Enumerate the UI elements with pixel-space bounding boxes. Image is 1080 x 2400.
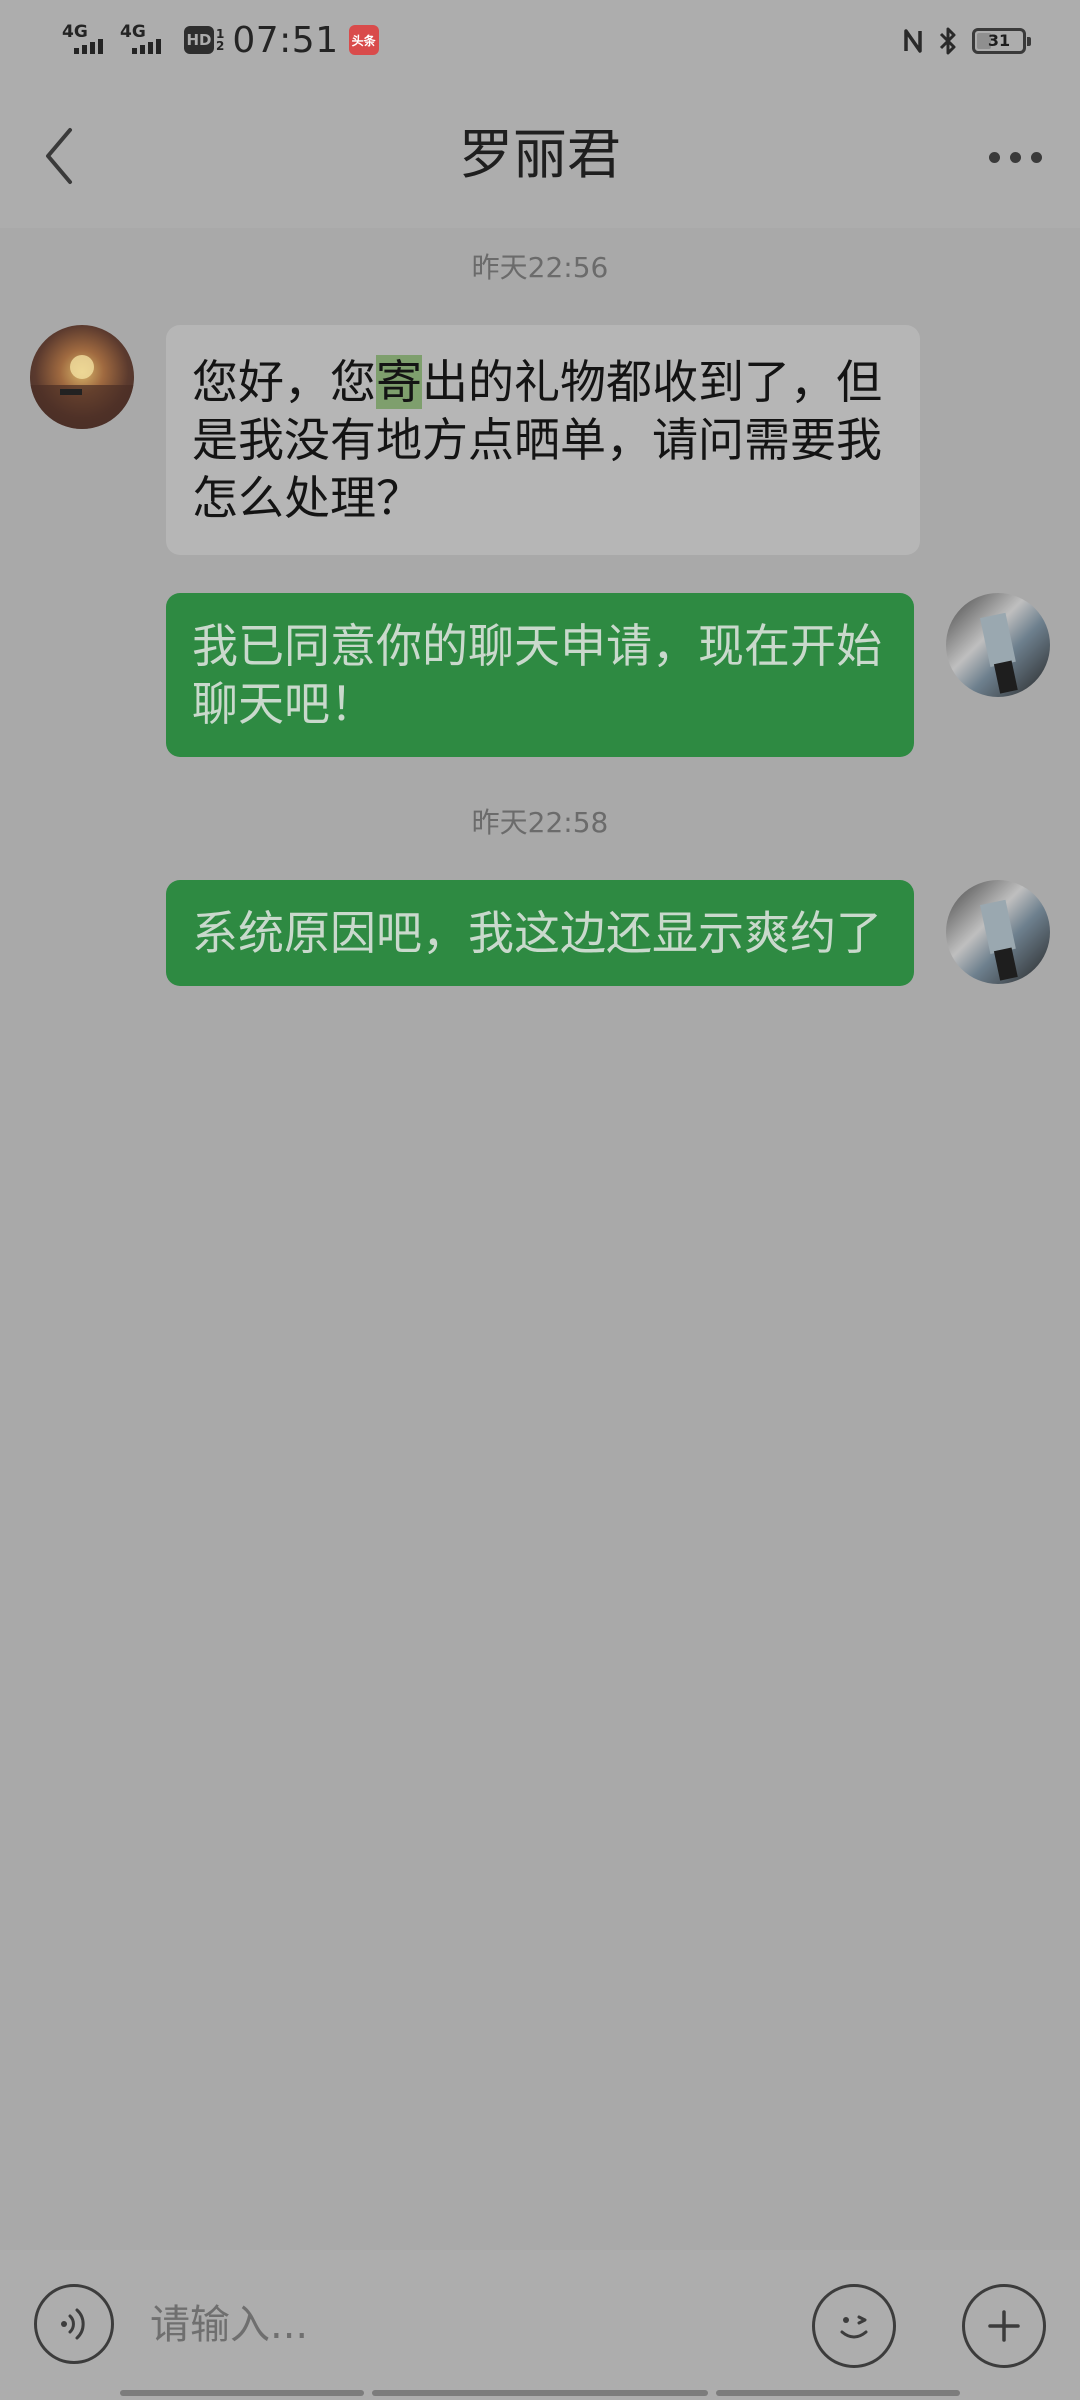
emoji-icon	[840, 2315, 868, 2339]
battery-level: 31	[987, 31, 1011, 50]
back-button[interactable]	[20, 116, 100, 196]
hd-sub-label: 1 2	[216, 27, 225, 53]
chat-header: 罗丽君	[0, 82, 1080, 228]
message-input[interactable]: 请输入...	[150, 2250, 790, 2400]
chevron-left-icon	[46, 128, 72, 184]
hd-voice-icon: HD	[184, 26, 214, 54]
emoji-button[interactable]	[812, 2284, 896, 2368]
more-dot	[1009, 151, 1021, 163]
contact-avatar[interactable]	[30, 325, 134, 429]
signal-2-icon: 4G	[120, 20, 172, 60]
nav-segment	[120, 2390, 364, 2396]
page-title: 罗丽君	[459, 123, 621, 186]
incoming-message[interactable]: 您好，您寄出的礼物都收到了，但是我没有地方点晒单，请问需要我怎么处理？	[166, 325, 920, 555]
status-bar: 4G 4G HD 1 2 07:51 头条 31	[0, 0, 1080, 82]
news-app-icon: 头条	[348, 25, 379, 55]
message-timestamp: 昨天22:56	[471, 251, 609, 284]
voice-icon	[61, 2308, 85, 2340]
voice-button[interactable]	[34, 2284, 114, 2364]
signal-1-icon: 4G	[62, 20, 114, 60]
battery-icon: 31	[972, 28, 1031, 54]
more-dot	[988, 151, 1000, 163]
status-time: 07:51	[232, 19, 339, 61]
outgoing-message[interactable]: 我已同意你的聊天申请，现在开始聊天吧！	[166, 593, 914, 757]
avatar-image	[980, 612, 1018, 694]
message-text-part: 您好，您	[192, 355, 376, 409]
highlighted-text: 寄	[376, 355, 422, 409]
more-button[interactable]	[970, 122, 1060, 192]
avatar-image	[30, 355, 134, 429]
plus-icon	[988, 2310, 1020, 2342]
nav-segment	[716, 2390, 960, 2396]
plus-button[interactable]	[962, 2284, 1046, 2368]
more-dot	[1030, 151, 1042, 163]
avatar-image	[980, 899, 1018, 981]
nfc-icon	[904, 29, 922, 53]
my-avatar[interactable]	[946, 880, 1050, 984]
input-bar: 请输入...	[0, 2250, 1080, 2400]
nav-segment	[372, 2390, 708, 2396]
gesture-bar	[0, 2386, 1080, 2400]
status-right: 31	[902, 20, 1031, 62]
my-avatar[interactable]	[946, 593, 1050, 697]
outgoing-message[interactable]: 系统原因吧，我这边还显示爽约了	[166, 880, 914, 986]
status-left: 4G 4G HD 1 2 07:51 头条	[62, 18, 379, 62]
message-timestamp: 昨天22:58	[471, 806, 609, 839]
bluetooth-icon	[939, 27, 956, 55]
